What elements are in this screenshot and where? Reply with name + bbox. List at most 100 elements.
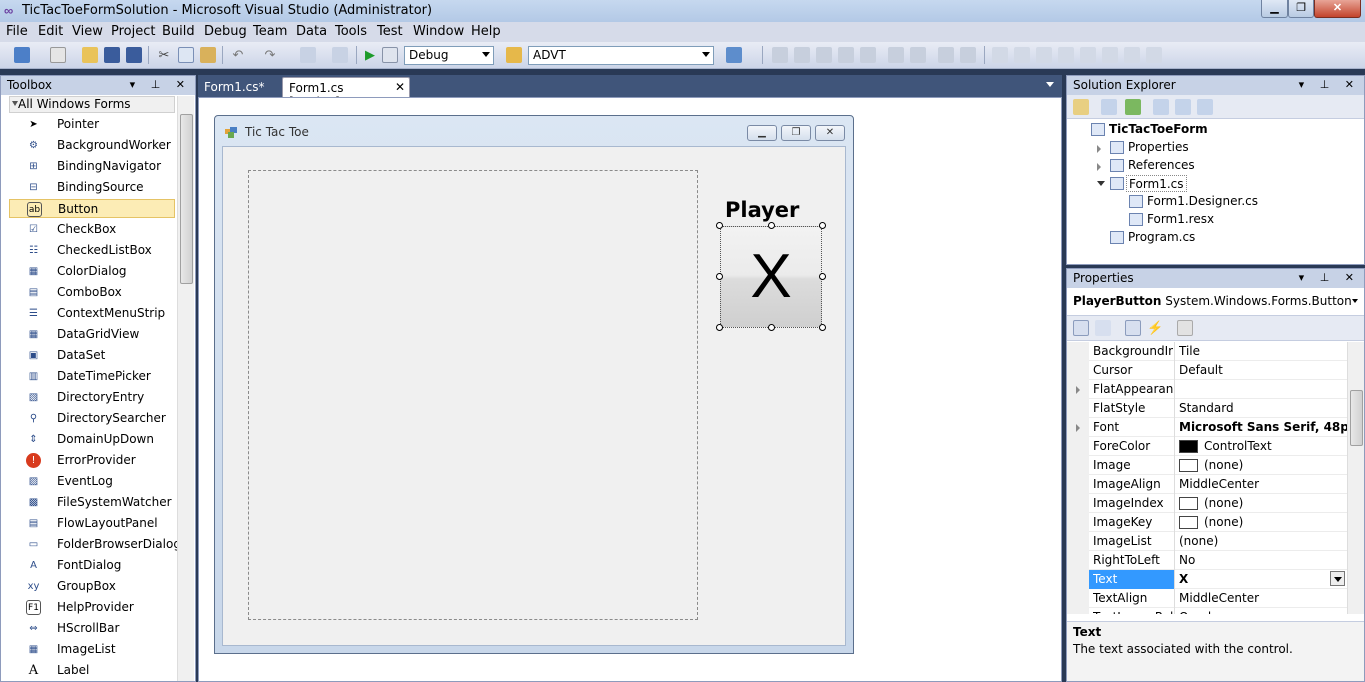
menu-item-debug[interactable]: Debug: [204, 24, 247, 39]
toolbox-item-hscrollbar[interactable]: ⇔ HScrollBar: [9, 619, 175, 638]
toolbox-item-colordialog[interactable]: ▦ ColorDialog: [9, 262, 175, 281]
attach-process-icon[interactable]: [382, 47, 398, 63]
properties-icon[interactable]: [1073, 99, 1089, 115]
property-value[interactable]: No: [1179, 553, 1347, 567]
property-value[interactable]: Overlay: [1179, 610, 1347, 614]
property-value[interactable]: MiddleCenter: [1179, 477, 1347, 491]
toolbox-item-datagridview[interactable]: ▦ DataGridView: [9, 325, 175, 344]
toolbox-item-flowlayoutpanel[interactable]: ▤ FlowLayoutPanel: [9, 514, 175, 533]
make-same-height-icon[interactable]: [910, 47, 926, 63]
tree-node[interactable]: Form1.resx: [1147, 211, 1214, 228]
toolbox-item-label[interactable]: A Label: [9, 661, 175, 680]
alphabetical-icon[interactable]: [1095, 320, 1111, 336]
toolbox-item-domainupdown[interactable]: ⇕ DomainUpDown: [9, 430, 175, 449]
value-dropdown-button[interactable]: [1330, 571, 1345, 586]
save-all-icon[interactable]: [126, 47, 142, 63]
next-bookmark-folder-icon[interactable]: [1124, 47, 1140, 63]
toolbox-item-helpprovider[interactable]: F1 HelpProvider: [9, 598, 175, 617]
menu-item-view[interactable]: View: [72, 24, 103, 39]
toolbox-header-buttons[interactable]: ▾ ⊥ ✕: [130, 78, 191, 91]
save-icon[interactable]: [104, 47, 120, 63]
resize-handle-n[interactable]: [768, 222, 775, 229]
toolbox-item-backgroundworker[interactable]: ⚙ BackgroundWorker: [9, 136, 175, 155]
comment-icon[interactable]: [992, 47, 1008, 63]
toolbox-item-directorysearcher[interactable]: ⚲ DirectorySearcher: [9, 409, 175, 428]
toolbox-item-combobox[interactable]: ▤ ComboBox: [9, 283, 175, 302]
menu-item-edit[interactable]: Edit: [38, 24, 63, 39]
property-row[interactable]: RightToLeft No: [1067, 551, 1347, 570]
toolbox-item-folderbrowserdialog[interactable]: ▭ FolderBrowserDialog: [9, 535, 181, 554]
expand-arrow-icon[interactable]: [1076, 386, 1080, 394]
maximize-button[interactable]: ❐: [1288, 0, 1314, 18]
vertical-spacing-icon[interactable]: [960, 47, 976, 63]
resize-handle-sw[interactable]: [716, 324, 723, 331]
menu-item-tools[interactable]: Tools: [335, 24, 367, 39]
make-same-width-icon[interactable]: [888, 47, 904, 63]
resize-handle-s[interactable]: [768, 324, 775, 331]
property-row[interactable]: FlatAppearance: [1067, 380, 1347, 399]
toolbox-item-contextmenustrip[interactable]: ☰ ContextMenuStrip: [9, 304, 175, 323]
property-row[interactable]: ImageList (none): [1067, 532, 1347, 551]
menu-item-help[interactable]: Help: [471, 24, 501, 39]
solution-configuration-dropdown[interactable]: Debug: [404, 46, 494, 65]
scrollbar-thumb[interactable]: [1350, 390, 1363, 446]
menu-item-team[interactable]: Team: [253, 24, 287, 39]
view-code-icon[interactable]: [1153, 99, 1169, 115]
tab-form1-code[interactable]: Form1.cs*: [198, 77, 280, 97]
align-middles-icon[interactable]: [860, 47, 876, 63]
toolbox-item-groupbox[interactable]: xy GroupBox: [9, 577, 175, 596]
property-row[interactable]: ForeColor ControlText: [1067, 437, 1347, 456]
close-tab-icon[interactable]: ✕: [395, 80, 405, 94]
align-lefts-icon[interactable]: [772, 47, 788, 63]
toolbox-item-errorprovider[interactable]: ! ErrorProvider: [9, 451, 175, 470]
close-button[interactable]: ✕: [1314, 0, 1361, 18]
resize-handle-e[interactable]: [819, 273, 826, 280]
property-row[interactable]: FlatStyle Standard: [1067, 399, 1347, 418]
game-board-panel[interactable]: [248, 170, 698, 620]
property-value[interactable]: MiddleCenter: [1179, 591, 1347, 605]
toolbox-item-pointer[interactable]: ➤ Pointer: [9, 115, 175, 134]
find-combo[interactable]: ADVT: [528, 46, 714, 65]
property-value[interactable]: (none): [1179, 496, 1347, 510]
player-button[interactable]: X: [720, 226, 822, 328]
paste-icon[interactable]: [200, 47, 216, 63]
horizontal-spacing-icon[interactable]: [938, 47, 954, 63]
property-row[interactable]: ImageIndex (none): [1067, 494, 1347, 513]
solution-explorer-icon[interactable]: [726, 47, 742, 63]
property-row[interactable]: ImageKey (none): [1067, 513, 1347, 532]
property-value[interactable]: (none): [1179, 458, 1347, 472]
property-row[interactable]: BackgroundImageLayout Tile: [1067, 342, 1347, 361]
form-close-button[interactable]: ✕: [815, 125, 845, 141]
new-project-icon[interactable]: [14, 47, 30, 63]
bookmark-icon[interactable]: [1036, 47, 1052, 63]
property-value[interactable]: X: [1179, 572, 1347, 586]
property-value[interactable]: (none): [1179, 515, 1347, 529]
expand-arrow-icon[interactable]: [1076, 424, 1080, 432]
property-grid-scrollbar[interactable]: [1347, 342, 1364, 614]
minimize-button[interactable]: ▁: [1261, 0, 1288, 18]
expand-arrow-icon[interactable]: [1097, 163, 1101, 171]
class-diagram-icon[interactable]: [1197, 99, 1213, 115]
tree-node[interactable]: Form1.Designer.cs: [1147, 193, 1258, 210]
property-row[interactable]: TextImageRelation Overlay: [1067, 608, 1347, 614]
property-row[interactable]: Font Microsoft Sans Serif, 48pt, style=Bo…: [1067, 418, 1347, 437]
resize-handle-nw[interactable]: [716, 222, 723, 229]
property-value[interactable]: Tile: [1179, 344, 1347, 358]
toolbox-group-header[interactable]: All Windows Forms: [9, 96, 175, 113]
resize-handle-se[interactable]: [819, 324, 826, 331]
redo-icon[interactable]: ↷: [262, 47, 278, 63]
align-centers-icon[interactable]: [794, 47, 810, 63]
undo-icon[interactable]: ↶: [230, 47, 246, 63]
property-row[interactable]: TextAlign MiddleCenter: [1067, 589, 1347, 608]
tree-node[interactable]: Program.cs: [1128, 229, 1195, 246]
align-rights-icon[interactable]: [816, 47, 832, 63]
toolbox-item-checkbox[interactable]: ☑ CheckBox: [9, 220, 175, 239]
next-bookmark-icon[interactable]: [1080, 47, 1096, 63]
clear-bookmarks-icon[interactable]: [1146, 47, 1162, 63]
resize-handle-w[interactable]: [716, 273, 723, 280]
toolbox-item-eventlog[interactable]: ▨ EventLog: [9, 472, 175, 491]
properties-view-icon[interactable]: [1125, 320, 1141, 336]
solution-explorer-header-buttons[interactable]: ▾ ⊥ ✕: [1299, 78, 1360, 91]
toolbox-item-dataset[interactable]: ▣ DataSet: [9, 346, 175, 365]
uncomment-icon[interactable]: [1014, 47, 1030, 63]
